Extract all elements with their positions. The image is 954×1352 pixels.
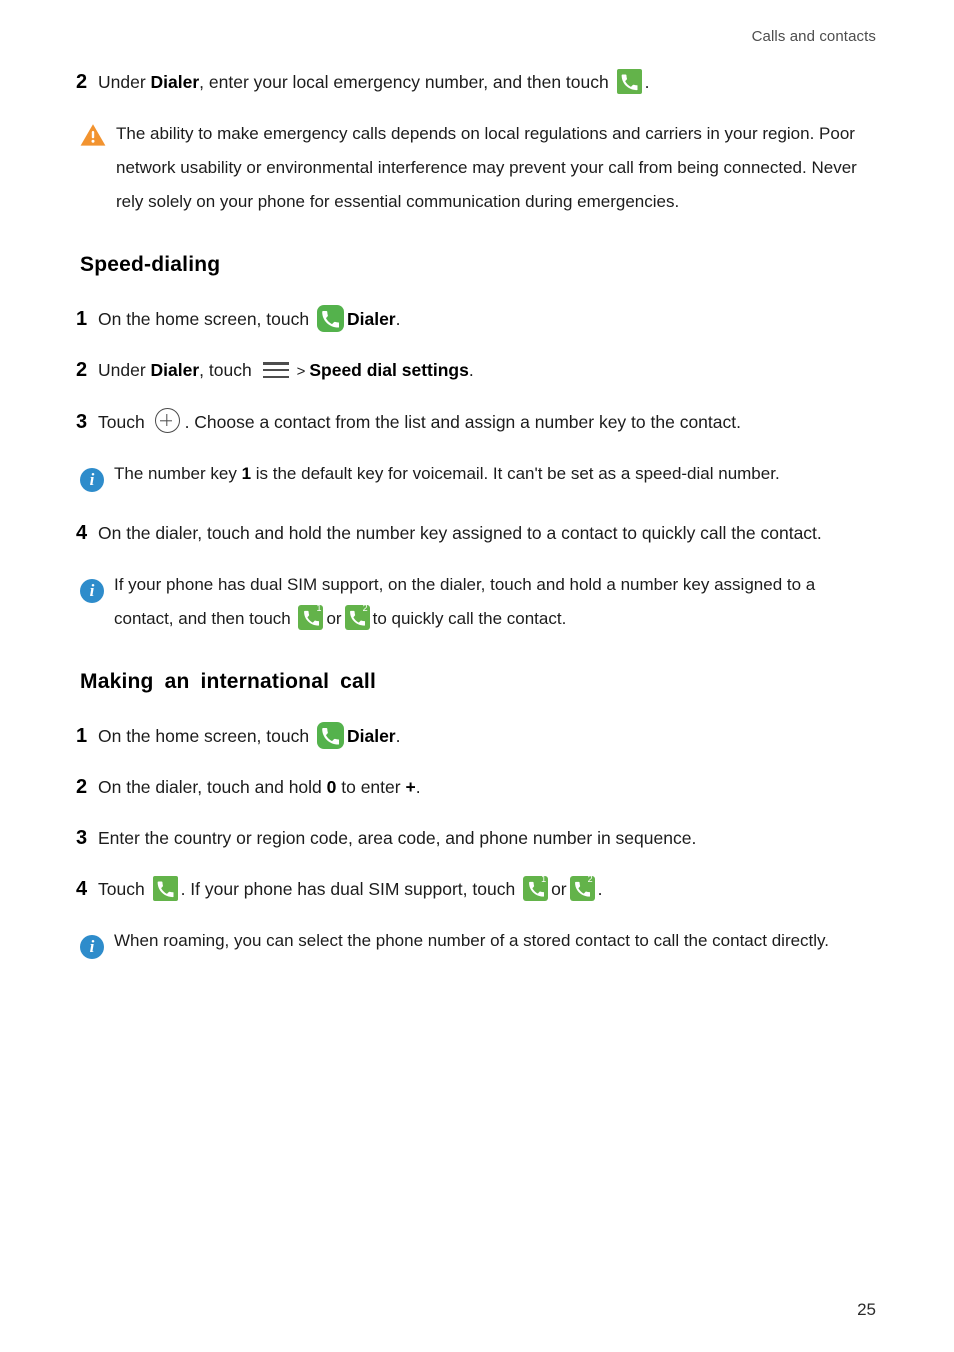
info-text: When roaming, you can select the phone n… [114, 931, 830, 950]
step-text-part: , enter your local emergency number, and… [199, 72, 614, 92]
step-text: On the dialer, touch and hold the number… [98, 523, 822, 543]
info-glyph: i [89, 470, 95, 489]
info-text: The number key 1 is the default key for … [114, 457, 876, 491]
step-emergency-2: 2 Under Dialer, enter your local emergen… [76, 66, 876, 99]
info-text-part: The number key [114, 464, 242, 483]
dialer-sim1-icon: 1 [523, 874, 549, 901]
heading-international-call: Making an international call [80, 670, 376, 693]
step-number: 2 [76, 71, 88, 93]
step-text-part: . [468, 360, 474, 380]
bold-dialer: Dialer [150, 360, 200, 380]
step-text: On the dialer, touch and hold 0 to enter… [98, 771, 876, 804]
info-callout-dual-sim: i If your phone has dual SIM support, on… [80, 568, 876, 636]
bold-number-key: 1 [241, 464, 252, 483]
step-text: Under Dialer, enter your local emergency… [98, 66, 876, 99]
info-glyph: i [89, 581, 95, 600]
bold-plus-symbol: + [405, 777, 416, 797]
bold-speed-dial-settings: Speed dial settings [309, 360, 469, 380]
bold-dialer: Dialer [346, 309, 396, 329]
step-text: Under Dialer, touch > Speed dial settings… [98, 354, 876, 388]
bold-zero-key: 0 [326, 777, 337, 797]
info-callout-roaming: i When roaming, you can select the phone… [80, 924, 876, 964]
sim-number-label: 1 [541, 874, 547, 884]
bold-dialer: Dialer [346, 726, 396, 746]
step-text-part: . [415, 777, 421, 797]
add-plus-circle-icon [154, 408, 180, 433]
info-text-part: is the default key for voicemail. It can… [251, 464, 780, 483]
warning-callout: The ability to make emergency calls depe… [80, 117, 876, 219]
step-text-part: to enter [336, 777, 406, 797]
step-text: On the home screen, touch Dialer. [98, 720, 876, 753]
step-text-part: . [597, 879, 603, 899]
page-number: 25 [857, 1300, 876, 1319]
step-text: On the home screen, touch Dialer. [98, 303, 876, 336]
running-header: Calls and contacts [751, 28, 876, 45]
dialer-icon [316, 305, 344, 332]
info-callout-voicemail: i The number key 1 is the default key fo… [80, 457, 876, 497]
info-text-or: or [326, 609, 342, 628]
step-text-part: . [644, 72, 650, 92]
step-number: 2 [76, 776, 88, 798]
sim-number-label: 1 [316, 603, 322, 613]
step-text: Touch . Choose a contact from the list a… [98, 406, 876, 439]
step-text-part: , touch [199, 360, 257, 380]
warning-triangle-icon [80, 123, 106, 159]
step-speed-dialing-3: 3 Touch . Choose a contact from the list… [76, 406, 876, 439]
step-international-1: 1 On the home screen, touch Dialer. [76, 720, 876, 753]
sim-number-label: 2 [587, 874, 593, 884]
step-number: 4 [76, 878, 88, 900]
step-text-part: Touch [98, 879, 150, 899]
step-speed-dialing-2: 2 Under Dialer, touch > Speed dial settin… [76, 354, 876, 388]
bold-dialer: Dialer [150, 72, 200, 92]
step-text-part: On the dialer, touch and hold [98, 777, 327, 797]
step-number: 3 [76, 827, 88, 849]
step-text-part: Under [98, 360, 151, 380]
step-text-part: . [395, 309, 401, 329]
step-text: Enter the country or region code, area c… [98, 828, 697, 848]
step-number: 1 [76, 308, 88, 330]
info-circle-icon: i [80, 930, 104, 964]
info-text-part: to quickly call the contact. [372, 609, 567, 628]
dialer-icon [316, 722, 344, 749]
step-text-or: or [551, 879, 567, 899]
info-text: If your phone has dual SIM support, on t… [114, 568, 876, 636]
step-speed-dialing-1: 1 On the home screen, touch Dialer. [76, 303, 876, 336]
info-circle-shape: i [80, 935, 104, 959]
sim-number-label: 2 [362, 603, 368, 613]
info-circle-icon: i [80, 463, 104, 497]
step-text: Touch . If your phone has dual SIM suppo… [98, 873, 876, 906]
step-number: 3 [76, 411, 88, 433]
step-text-part: Under [98, 72, 151, 92]
dialer-icon [616, 69, 642, 94]
step-text-part: . If your phone has dual SIM support, to… [180, 879, 521, 899]
step-text-part: On the home screen, touch [98, 309, 314, 329]
dialer-sim2-icon: 2 [569, 874, 595, 901]
step-number: 4 [76, 522, 88, 544]
warning-text: The ability to make emergency calls depe… [116, 124, 857, 211]
info-circle-shape: i [80, 468, 104, 492]
hamburger-menu-icon [262, 361, 289, 379]
breadcrumb-separator: > [296, 363, 306, 380]
dialer-sim2-icon: 2 [344, 603, 370, 630]
step-number: 2 [76, 359, 88, 381]
dialer-sim1-icon: 1 [298, 603, 324, 630]
info-glyph: i [89, 937, 95, 956]
info-circle-shape: i [80, 579, 104, 603]
step-text-part: On the home screen, touch [98, 726, 314, 746]
step-text-part: Touch [98, 412, 150, 432]
step-international-4: 4 Touch . If your phone has dual SIM sup… [76, 873, 876, 906]
step-international-2: 2 On the dialer, touch and hold 0 to ent… [76, 771, 876, 804]
step-speed-dialing-4: 4 On the dialer, touch and hold the numb… [76, 517, 876, 550]
step-text-part: . [395, 726, 401, 746]
page-content: 2 Under Dialer, enter your local emergen… [76, 66, 876, 984]
dialer-icon [152, 876, 178, 901]
step-text-part: . Choose a contact from the list and ass… [184, 412, 741, 432]
warning-triangle-shape [80, 123, 106, 147]
step-number: 1 [76, 725, 88, 747]
document-page: Calls and contacts 2 Under Dialer, enter… [0, 0, 954, 1352]
heading-speed-dialing: Speed-dialing [80, 253, 221, 276]
warning-triangle-svg [80, 124, 106, 146]
info-circle-icon: i [80, 574, 104, 608]
step-international-3: 3 Enter the country or region code, area… [76, 822, 876, 855]
